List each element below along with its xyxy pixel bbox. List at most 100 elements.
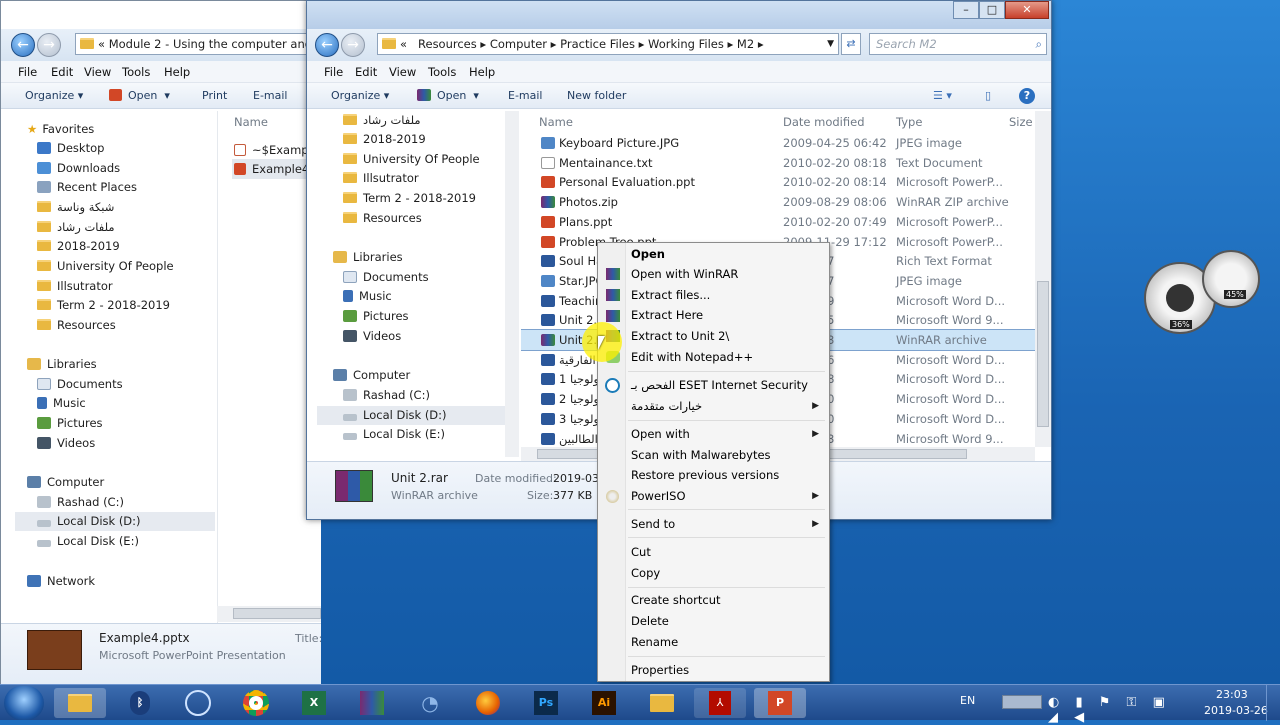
taskbar-excel[interactable]: X	[288, 688, 340, 718]
refresh-icon[interactable]: ⇄	[841, 33, 861, 55]
nav-drive-c[interactable]: Rashad (C:)	[343, 386, 430, 405]
menu-rename[interactable]: Rename	[631, 632, 678, 652]
menu-open-with-winrar[interactable]: Open with WinRAR	[631, 264, 738, 284]
nav-music[interactable]: Music	[343, 287, 392, 306]
nav-desktop[interactable]: Desktop	[37, 139, 104, 158]
menu-properties[interactable]: Properties	[631, 660, 689, 680]
clock-time[interactable]: 23:03	[1216, 688, 1248, 701]
organize-button[interactable]: Organize ▾	[331, 83, 389, 109]
taskbar-explorer[interactable]	[54, 688, 106, 718]
menu-create-shortcut[interactable]: Create shortcut	[631, 590, 721, 610]
nav-drive-d[interactable]: Local Disk (D:)	[15, 512, 215, 531]
file-row[interactable]: Keyboard Picture.JPG 2009-04-25 06:42 JPEG…	[521, 133, 1035, 153]
nav-fav-folder[interactable]: 2018-2019	[37, 237, 120, 256]
minimize-button[interactable]: –	[953, 1, 979, 19]
taskbar-signal[interactable]: ◔	[404, 688, 456, 718]
nav-folder[interactable]: Term 2 - 2018-2019	[343, 189, 476, 208]
menu-eset-scan[interactable]: الفحص بـ ESET Internet Security	[631, 375, 808, 395]
menu-extract-here[interactable]: Extract Here	[631, 305, 703, 325]
nav-libraries[interactable]: Libraries	[333, 248, 403, 267]
nav-documents[interactable]: Documents	[343, 268, 429, 287]
nav-folder[interactable]: Resources	[343, 209, 422, 228]
nav-drive-e[interactable]: Local Disk (E:)	[343, 425, 445, 444]
menu-tools[interactable]: Tools	[122, 61, 150, 83]
clock-date[interactable]: 2019-03-26	[1204, 704, 1268, 717]
breadcrumb[interactable]: « Resources ▸ Computer ▸ Practice Files …	[377, 33, 839, 55]
nav-computer[interactable]: Computer	[333, 366, 410, 385]
nav-drive-c[interactable]: Rashad (C:)	[37, 493, 124, 512]
menu-open[interactable]: Open	[631, 244, 665, 264]
nav-drive-e[interactable]: Local Disk (E:)	[37, 532, 139, 551]
organize-button[interactable]: Organize ▾	[25, 83, 83, 109]
file-row[interactable]: Mentainance.txt 2010-02-20 08:18 Text Docu…	[521, 153, 1035, 173]
nav-fav-folder[interactable]: University Of People	[37, 257, 174, 276]
nav-fav-folder[interactable]: Term 2 - 2018-2019	[37, 296, 170, 315]
menu-copy[interactable]: Copy	[631, 563, 660, 583]
taskbar-phone[interactable]	[172, 688, 224, 718]
nav-documents[interactable]: Documents	[37, 375, 123, 394]
breadcrumb-resources[interactable]: Resources	[418, 37, 477, 51]
new-folder-button[interactable]: New folder	[567, 83, 626, 109]
nav-fav-folder[interactable]: Illsutrator	[37, 277, 113, 296]
chevron-down-icon[interactable]: ▼	[827, 34, 834, 54]
forward-button[interactable]: →	[341, 33, 365, 57]
menu-tools[interactable]: Tools	[428, 61, 456, 83]
menu-scan-malwarebytes[interactable]: Scan with Malwarebytes	[631, 445, 771, 465]
language-indicator[interactable]: EN	[960, 694, 975, 707]
taskbar-winrar[interactable]	[346, 688, 398, 718]
back-button[interactable]: ←	[315, 33, 339, 57]
menu-edit-with-notepad[interactable]: Edit with Notepad++	[631, 347, 753, 367]
breadcrumb-working-files[interactable]: Working Files	[648, 37, 724, 51]
nav-downloads[interactable]: Downloads	[37, 159, 120, 178]
nav-fav-folder[interactable]: ملفات رشاد	[37, 218, 115, 237]
menu-file[interactable]: File	[18, 61, 37, 83]
scroll-thumb[interactable]	[1037, 281, 1049, 427]
open-button[interactable]: Open ▾	[417, 83, 479, 109]
nav-folder[interactable]: Illsutrator	[343, 169, 419, 188]
menu-cut[interactable]: Cut	[631, 542, 651, 562]
nav-music[interactable]: Music	[37, 394, 86, 413]
nav-folder[interactable]: 2018-2019	[343, 130, 426, 149]
menu-edit[interactable]: Edit	[51, 61, 73, 83]
nav-pictures[interactable]: Pictures	[343, 307, 409, 326]
nav-fav-folder[interactable]: Resources	[37, 316, 116, 335]
email-button[interactable]: E-mail	[508, 83, 543, 109]
breadcrumb-computer[interactable]: Computer	[490, 37, 547, 51]
nav-pictures[interactable]: Pictures	[37, 414, 103, 433]
nav-drive-d[interactable]: Local Disk (D:)	[317, 406, 507, 425]
show-desktop-button[interactable]	[1266, 685, 1280, 721]
nav-videos[interactable]: Videos	[37, 434, 95, 453]
taskbar-bluetooth[interactable]: ᛒ	[114, 688, 166, 718]
menu-send-to[interactable]: Send to	[631, 514, 675, 534]
menu-delete[interactable]: Delete	[631, 611, 669, 631]
menu-help[interactable]: Help	[164, 61, 190, 83]
column-header-size[interactable]: Size	[1009, 112, 1033, 132]
column-header-name[interactable]: Name	[539, 112, 573, 132]
memory-meter-gadget[interactable]: 45%	[1202, 250, 1260, 308]
view-options-icon[interactable]: ☰ ▾	[933, 83, 952, 109]
taskbar-illustrator[interactable]: Ai	[578, 688, 630, 718]
left-address-input[interactable]: « Module 2 - Using the computer and ...	[75, 33, 315, 71]
forward-button[interactable]: →	[37, 33, 61, 57]
close-button[interactable]: ✕	[1005, 1, 1049, 19]
nav-fav-folder[interactable]: شبكة وناسة	[37, 198, 114, 217]
print-button[interactable]: Print	[202, 83, 227, 109]
taskbar-powerpoint[interactable]: P	[754, 688, 806, 718]
nav-network[interactable]: Network	[27, 572, 95, 591]
menu-open-with[interactable]: Open with	[631, 424, 690, 444]
nav-videos[interactable]: Videos	[343, 327, 401, 346]
file-list-scrollbar[interactable]	[1035, 111, 1051, 447]
file-row[interactable]: Personal Evaluation.ppt 2010-02-20 08:14 M…	[521, 172, 1035, 192]
nav-vertical-scrollbar[interactable]	[505, 111, 519, 457]
taskbar-folder[interactable]	[636, 688, 688, 718]
start-button[interactable]	[4, 686, 44, 720]
menu-edit[interactable]: Edit	[355, 61, 377, 83]
taskbar-firefox[interactable]	[462, 688, 514, 718]
menu-restore-previous-versions[interactable]: Restore previous versions	[631, 465, 779, 485]
column-header-date[interactable]: Date modified	[783, 112, 865, 132]
scroll-thumb[interactable]	[233, 608, 321, 619]
column-header-name[interactable]: Name	[234, 112, 268, 132]
preview-pane-icon[interactable]: ▯	[985, 83, 991, 109]
breadcrumb-m2[interactable]: M2	[737, 37, 754, 51]
open-button[interactable]: Open ▾	[109, 83, 170, 109]
